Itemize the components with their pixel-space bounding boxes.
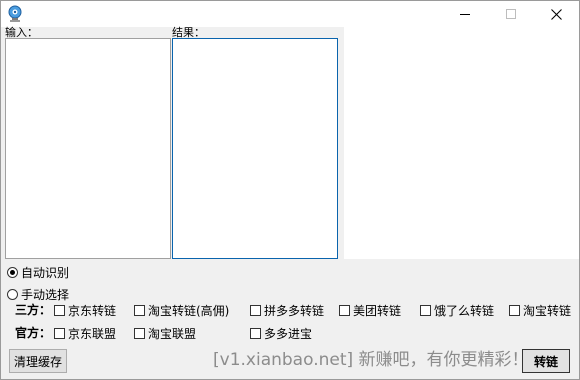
checkbox-icon (339, 305, 350, 316)
meituan-convert-checkbox[interactable]: 美团转链 (339, 302, 401, 319)
official-group-label: 官方： (15, 326, 52, 340)
watermark-text: [v1.xianbao.net] 新赚吧，有你更精彩！ (213, 350, 529, 370)
checkbox-icon (134, 305, 145, 316)
result-textarea[interactable] (172, 38, 338, 259)
input-textarea[interactable] (5, 38, 171, 259)
checkbox-label: 京东转链 (68, 304, 117, 318)
checkbox-label: 饿了么转链 (434, 304, 495, 318)
checkbox-icon (420, 305, 431, 316)
radio-selected-icon (7, 267, 18, 278)
checkbox-label: 美团转链 (353, 304, 402, 318)
checkbox-label: 淘宝转链 (523, 304, 572, 318)
auto-detect-radio[interactable]: 自动识别 (7, 264, 69, 281)
clear-cache-button[interactable]: 清理缓存 (9, 349, 67, 373)
checkbox-icon (250, 305, 261, 316)
close-button[interactable] (533, 1, 579, 27)
jd-convert-checkbox[interactable]: 京东转链 (54, 302, 116, 319)
jd-union-checkbox[interactable]: 京东联盟 (54, 325, 116, 342)
checkbox-icon (134, 328, 145, 339)
globe-webcam-icon (7, 5, 23, 23)
maximize-icon (506, 9, 516, 19)
checkbox-label: 多多进宝 (264, 327, 313, 341)
minimize-button[interactable] (442, 1, 488, 27)
taobao-high-convert-checkbox[interactable]: 淘宝转链(高佣) (134, 302, 229, 319)
checkbox-label: 京东联盟 (68, 327, 117, 341)
minimize-icon (460, 14, 470, 15)
checkbox-icon (54, 328, 65, 339)
checkbox-label: 淘宝转链(高佣) (148, 304, 230, 318)
app-window: 输入： 结果： 自动识别 手动选择 三方： 京东转链 淘宝转链(高佣) 拼多多转… (0, 0, 580, 380)
checkbox-icon (250, 328, 261, 339)
title-bar (1, 1, 579, 27)
radio-unselected-icon (7, 289, 18, 300)
third-party-group-label: 三方： (15, 303, 52, 317)
checkbox-label: 淘宝联盟 (148, 327, 197, 341)
maximize-button[interactable] (488, 1, 534, 27)
checkbox-icon (54, 305, 65, 316)
pdd-convert-checkbox[interactable]: 拼多多转链 (250, 302, 324, 319)
duoduo-jinbao-checkbox[interactable]: 多多进宝 (250, 325, 312, 342)
auto-detect-label: 自动识别 (21, 266, 70, 280)
taobao-union-checkbox[interactable]: 淘宝联盟 (134, 325, 196, 342)
checkbox-icon (509, 305, 520, 316)
taobao-convert-checkbox[interactable]: 淘宝转链 (509, 302, 571, 319)
checkbox-label: 拼多多转链 (264, 304, 325, 318)
close-icon (550, 8, 562, 20)
eleme-convert-checkbox[interactable]: 饿了么转链 (420, 302, 494, 319)
convert-button[interactable]: 转链 (522, 349, 570, 373)
